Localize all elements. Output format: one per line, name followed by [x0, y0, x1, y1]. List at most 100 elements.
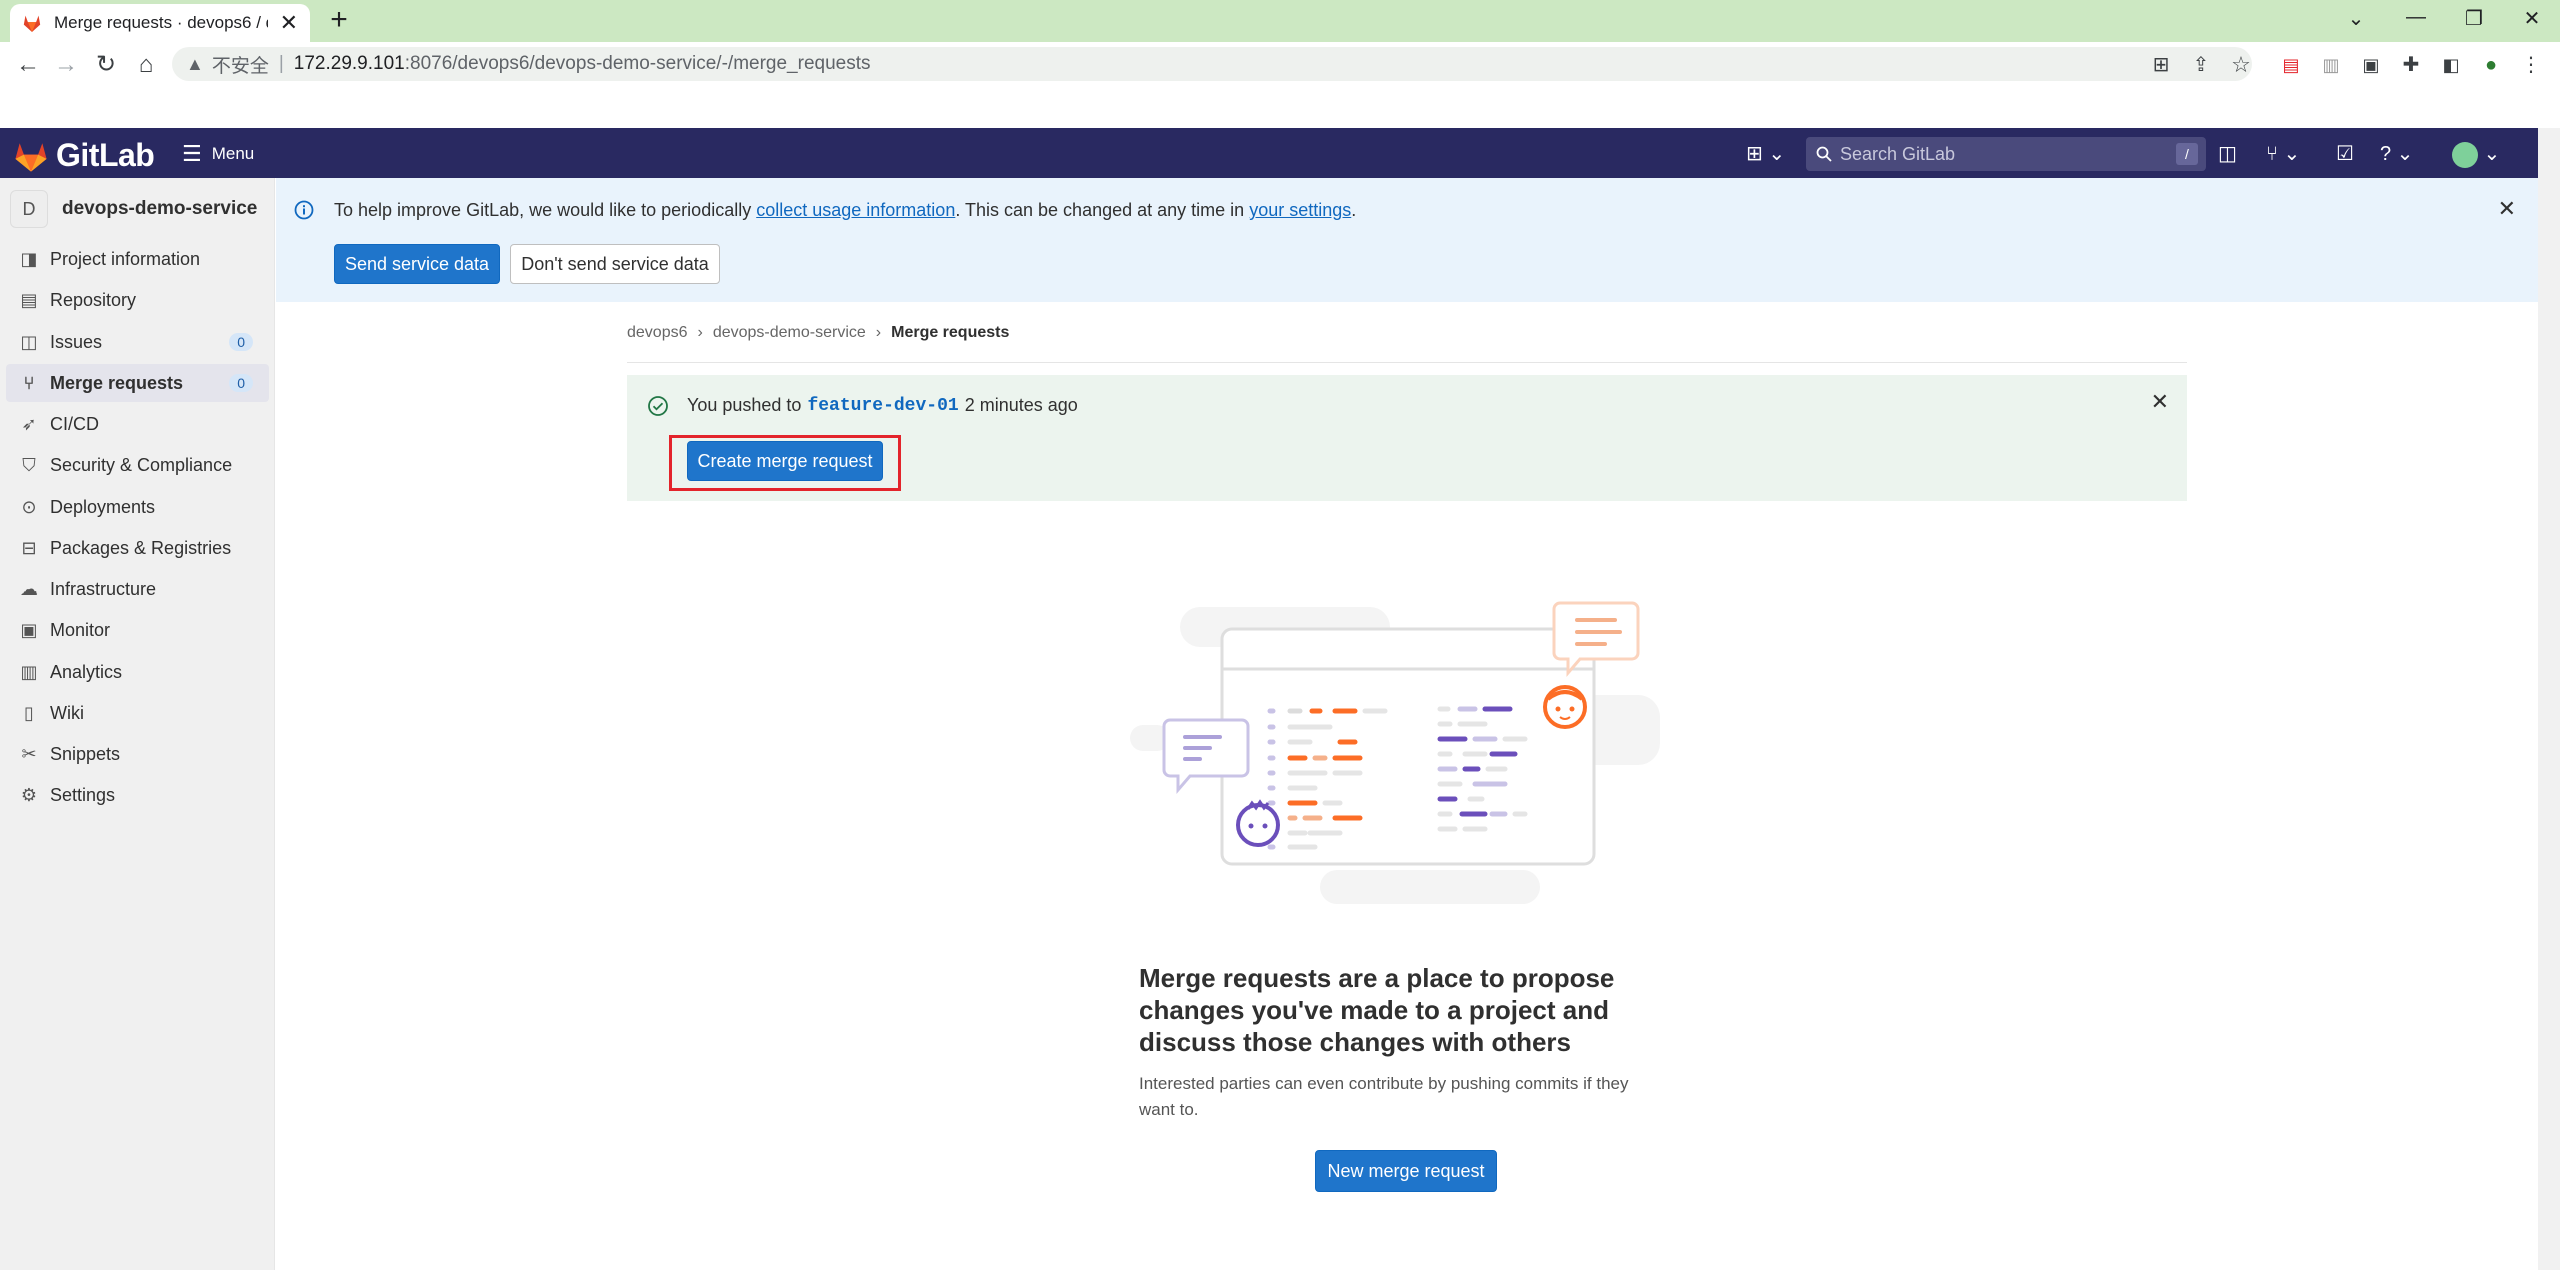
- reload-button[interactable]: ↻: [90, 50, 122, 82]
- merge-request-icon: ⑂: [23, 372, 35, 393]
- sidebar-item-label: Snippets: [50, 743, 121, 764]
- sidebar-item-label: Wiki: [50, 702, 84, 723]
- check-circle-icon: [647, 395, 669, 417]
- todo-icon[interactable]: ☑: [2336, 141, 2354, 166]
- tab-search-icon[interactable]: ⌄: [2336, 6, 2376, 36]
- gitlab-favicon-icon: [22, 14, 42, 32]
- banner-text: To help improve GitLab, we would like to…: [334, 200, 757, 220]
- gear-icon: ⚙: [20, 784, 38, 805]
- empty-state-illustration: [1130, 595, 1680, 925]
- banner-text: . This can be changed at any time in: [955, 200, 1250, 220]
- merge-requests-count-badge: 0: [229, 374, 253, 392]
- push-alert-close-icon[interactable]: ✕: [2151, 389, 2169, 415]
- chart-icon: ▥: [20, 661, 38, 682]
- address-bar[interactable]: ▲ 不安全 | 172.29.9.101 :8076/devops6/devop…: [172, 47, 2252, 81]
- sidebar-item-security-compliance[interactable]: ⛉ Security & Compliance: [6, 446, 269, 484]
- banner-message: To help improve GitLab, we would like to…: [334, 200, 1356, 221]
- window-close-button[interactable]: ✕: [2512, 6, 2552, 36]
- browser-toolbar: ← → ↻ ⌂ ▲ 不安全 | 172.29.9.101 :8076/devop…: [0, 42, 2560, 88]
- sidebar-item-snippets[interactable]: ✂ Snippets: [6, 735, 269, 773]
- browser-menu-icon[interactable]: ⋮: [2515, 50, 2547, 82]
- tab-close-icon[interactable]: ✕: [280, 10, 298, 36]
- gitlab-home-link[interactable]: GitLab: [14, 137, 155, 174]
- forward-button[interactable]: →: [50, 50, 82, 82]
- hamburger-icon: ☰: [182, 141, 202, 166]
- project-avatar: D: [10, 190, 48, 228]
- shield-icon: ⛉: [22, 454, 36, 475]
- sidebar-item-label: Deployments: [50, 496, 156, 517]
- back-button[interactable]: ←: [12, 50, 44, 82]
- url-path: :8076/devops6/devops-demo-service/-/merg…: [404, 53, 871, 74]
- extension-red-icon[interactable]: ▤: [2275, 50, 2307, 82]
- browser-tab-strip: Merge requests · devops6 / de ✕ + ⌄ — ❐ …: [0, 0, 2560, 42]
- page-scrollbar[interactable]: [2538, 128, 2560, 1270]
- sidebar-item-label: Project information: [50, 248, 201, 269]
- new-tab-button[interactable]: +: [322, 4, 356, 38]
- tab-title: Merge requests · devops6 / de: [54, 13, 268, 32]
- sidebar-item-analytics[interactable]: ▥ Analytics: [6, 653, 269, 691]
- sidebar-item-label: Repository: [50, 289, 137, 310]
- sidebar-item-label: Infrastructure: [50, 578, 157, 599]
- extensions-puzzle-icon[interactable]: ✚: [2395, 50, 2427, 82]
- sidebar-item-infrastructure[interactable]: ☁ Infrastructure: [6, 570, 269, 608]
- branch-name[interactable]: feature-dev-01: [807, 396, 958, 416]
- bookmark-star-icon[interactable]: ☆: [2225, 50, 2257, 82]
- sidebar-item-project-information[interactable]: ◨ Project information: [6, 240, 269, 278]
- gitlab-tanuki-icon: [14, 140, 48, 172]
- dont-send-service-data-button[interactable]: Don't send service data: [510, 244, 720, 284]
- restore-button[interactable]: ❐: [2454, 6, 2494, 36]
- annotation-highlight-box: [669, 435, 901, 491]
- package-icon: ⊟: [21, 537, 37, 558]
- sidebar-item-merge-requests[interactable]: ⑂ Merge requests 0: [6, 364, 269, 402]
- your-settings-link[interactable]: your settings: [1249, 200, 1351, 220]
- breadcrumb-group[interactable]: devops6: [627, 324, 688, 342]
- repository-doc-icon: ▤: [20, 289, 38, 310]
- issues-count-badge: 0: [229, 333, 253, 351]
- translate-icon[interactable]: ⊞: [2145, 50, 2177, 82]
- new-item-plus-icon[interactable]: ⊞ ⌄: [1746, 141, 1785, 166]
- cloud-gear-icon: ☁: [20, 578, 38, 599]
- project-sidebar: D devops-demo-service ◨ Project informat…: [0, 178, 275, 1270]
- menu-label: Menu: [211, 144, 255, 163]
- sidebar-item-label: Monitor: [50, 619, 111, 640]
- new-merge-request-button[interactable]: New merge request: [1315, 1150, 1497, 1192]
- empty-state-title: Merge requests are a place to propose ch…: [1139, 963, 1615, 1057]
- sidebar-item-label: Packages & Registries: [50, 537, 232, 558]
- merge-requests-icon[interactable]: ⑂ ⌄: [2266, 141, 2300, 166]
- share-icon[interactable]: ⇪: [2185, 50, 2217, 82]
- push-time: 2 minutes ago: [964, 395, 1078, 415]
- extension-badge-icon[interactable]: ▣: [2355, 50, 2387, 82]
- banner-close-icon[interactable]: ✕: [2498, 196, 2516, 222]
- collect-usage-link[interactable]: collect usage information: [756, 200, 955, 220]
- sidebar-item-deployments[interactable]: ⊙ Deployments: [6, 488, 269, 526]
- push-prefix: You pushed to: [687, 395, 802, 415]
- browser-tab[interactable]: Merge requests · devops6 / de ✕: [10, 4, 310, 42]
- extension-gray-icon[interactable]: ▥: [2315, 50, 2347, 82]
- menu-button[interactable]: ☰ Menu: [182, 141, 254, 167]
- sidebar-item-settings[interactable]: ⚙ Settings: [6, 776, 269, 814]
- send-service-data-button[interactable]: Send service data: [334, 244, 500, 284]
- breadcrumb: devops6 › devops-demo-service › Merge re…: [627, 324, 1009, 342]
- sidebar-item-wiki[interactable]: ▯ Wiki: [6, 694, 269, 732]
- issues-icon: ◫: [20, 331, 38, 352]
- sidebar-item-issues[interactable]: ◫ Issues 0: [6, 323, 269, 361]
- breadcrumb-project[interactable]: devops-demo-service: [713, 324, 866, 342]
- sidebar-item-ci-cd[interactable]: ➶ CI/CD: [6, 405, 269, 443]
- user-avatar[interactable]: ⌄: [2452, 141, 2500, 168]
- sidebar-item-repository[interactable]: ▤ Repository: [6, 281, 269, 319]
- search-input[interactable]: [1840, 143, 2170, 165]
- search-shortcut-hint: /: [2176, 143, 2198, 165]
- chevron-right-icon: ›: [875, 324, 882, 341]
- issues-icon[interactable]: ◫: [2218, 141, 2237, 166]
- home-button[interactable]: ⌂: [130, 50, 162, 82]
- sidebar-project-link[interactable]: D devops-demo-service: [10, 190, 257, 228]
- sidebar-item-packages-registries[interactable]: ⊟ Packages & Registries: [6, 529, 269, 567]
- side-panel-icon[interactable]: ◧: [2435, 50, 2467, 82]
- search-box[interactable]: /: [1806, 137, 2206, 171]
- minimize-button[interactable]: —: [2396, 6, 2436, 36]
- sidebar-item-monitor[interactable]: ▣ Monitor: [6, 611, 269, 649]
- breadcrumb-current[interactable]: Merge requests: [891, 324, 1009, 342]
- profile-icon[interactable]: ●: [2475, 50, 2507, 82]
- sidebar-item-label: Security & Compliance: [50, 454, 233, 475]
- help-icon[interactable]: ? ⌄: [2380, 141, 2413, 166]
